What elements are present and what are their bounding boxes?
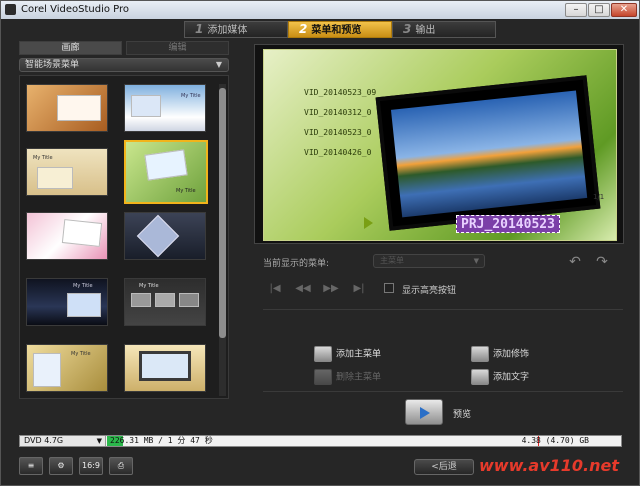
menu-item[interactable]: VID_20140523_09 <box>304 88 376 97</box>
play-arrow-icon[interactable] <box>364 217 373 229</box>
template-thumbnail-selected[interactable]: My Title <box>124 140 208 204</box>
add-decoration-label: 添加修饰 <box>493 349 530 360</box>
menu-background: VID_20140523_09 VID_20140312_0 VID_20140… <box>263 49 617 241</box>
template-thumbnail[interactable]: My Title <box>26 344 108 392</box>
menu-item[interactable]: VID_20140312_0 <box>304 108 371 117</box>
watermark-text: www.av110.net <box>479 456 619 475</box>
printer-icon[interactable]: ⎙ <box>109 457 133 475</box>
project-settings-icon[interactable]: ≡ <box>19 457 43 475</box>
preview-label: 预览 <box>453 410 472 420</box>
template-thumbnail[interactable]: My Title <box>124 84 206 132</box>
close-button[interactable]: ✕ <box>611 3 637 17</box>
add-text-label: 添加文字 <box>493 372 530 383</box>
step-label: 输出 <box>415 25 436 36</box>
app-window: Corel VideoStudio Pro – □ ✕ 1 添加媒体 2 菜单和预览… <box>0 0 640 486</box>
menu-title-text[interactable]: PRJ_20140523 <box>456 215 560 233</box>
text-icon <box>471 369 489 385</box>
scrollbar-thumb[interactable] <box>219 88 226 338</box>
delete-main-menu-button[interactable]: 删除主菜单 <box>314 369 381 386</box>
menu-item[interactable]: VID_20140523_0 <box>304 128 371 137</box>
gallery-scrollbar[interactable] <box>219 84 226 396</box>
disc-type-value: DVD 4.7G <box>24 436 64 445</box>
step-label: 菜单和预览 <box>311 25 362 36</box>
current-menu-label: 当前显示的菜单: <box>263 259 330 269</box>
add-main-menu-label: 添加主菜单 <box>336 349 382 360</box>
current-menu-select[interactable]: 主菜单 ▼ <box>373 254 485 268</box>
step-number: 3 <box>403 22 412 36</box>
next-page-icon[interactable]: ▶▶ <box>322 281 340 297</box>
app-icon <box>5 4 16 15</box>
add-decoration-button[interactable]: 添加修饰 <box>471 346 529 363</box>
used-space-text: 226.31 MB / 1 分 47 秒 <box>110 436 213 445</box>
disc-usage-bar: DVD 4.7G ▼ 226.31 MB / 1 分 47 秒 4.38 (4.… <box>19 435 622 447</box>
menu-category-dropdown[interactable]: 智能场景菜单 ▼ <box>19 58 229 72</box>
title-bar: Corel VideoStudio Pro – □ ✕ <box>1 1 639 19</box>
dropdown-value: 智能场景菜单 <box>25 60 80 70</box>
add-text-button[interactable]: 添加文字 <box>471 369 529 386</box>
first-page-icon[interactable]: |◀ <box>266 281 284 297</box>
step-add-media[interactable]: 1 添加媒体 <box>184 21 288 38</box>
add-main-menu-button[interactable]: 添加主菜单 <box>314 346 381 363</box>
aspect-ratio-button[interactable]: 16:9 <box>79 457 103 475</box>
thumbnail-title: My Title <box>139 283 159 289</box>
minimize-button[interactable]: – <box>565 3 587 17</box>
thumbnail-title: My Title <box>181 93 201 99</box>
menu-preview-window: VID_20140523_09 VID_20140312_0 VID_20140… <box>254 44 624 244</box>
undo-icon[interactable]: ↶ <box>566 253 584 271</box>
template-thumbnail[interactable] <box>26 212 108 260</box>
back-button[interactable]: <后退 <box>414 459 474 475</box>
capacity-text: 4.38 (4.70) GB <box>521 436 589 445</box>
menu-photo-frame <box>375 75 601 231</box>
step-number: 2 <box>299 22 308 36</box>
divider <box>263 309 623 310</box>
redo-icon[interactable]: ↷ <box>593 253 611 271</box>
divider <box>263 391 623 392</box>
left-panel-tabs: 画廊 编辑 <box>19 41 229 55</box>
template-thumbnail[interactable] <box>26 84 108 132</box>
menu-item[interactable]: VID_20140426_0 <box>304 148 371 157</box>
thumbnail-title: My Title <box>73 283 93 289</box>
gear-icon[interactable]: ⚙ <box>49 457 73 475</box>
template-thumbnail[interactable]: My Title <box>26 278 108 326</box>
chevron-down-icon: ▼ <box>473 257 479 265</box>
maximize-button[interactable]: □ <box>588 3 610 17</box>
disc-type-select[interactable]: DVD 4.7G ▼ <box>20 436 106 446</box>
template-thumbnail[interactable] <box>124 344 206 392</box>
step-label: 添加媒体 <box>207 25 248 36</box>
show-highlight-label: 显示高亮按钮 <box>402 286 457 296</box>
add-menu-icon <box>314 346 332 362</box>
show-highlight-checkbox[interactable] <box>384 283 394 293</box>
current-menu-value: 主菜单 <box>380 256 404 265</box>
chevron-down-icon: ▼ <box>215 60 222 69</box>
template-thumbnail[interactable]: My Title <box>26 148 108 196</box>
thumbnail-title: My Title <box>71 351 91 357</box>
step-menu-preview[interactable]: 2 菜单和预览 <box>288 21 392 38</box>
thumbnail-title: My Title <box>33 155 53 161</box>
step-output[interactable]: 3 输出 <box>392 21 496 38</box>
thumbnail-title: My Title <box>176 188 196 194</box>
template-gallery: My Title My Title My Title My Title My T… <box>19 75 229 399</box>
decoration-icon <box>471 346 489 362</box>
tab-gallery[interactable]: 画廊 <box>19 41 122 55</box>
tab-edit[interactable]: 编辑 <box>126 41 229 55</box>
workflow-steps: 1 添加媒体 2 菜单和预览 3 输出 <box>184 21 496 38</box>
template-thumbnail[interactable] <box>124 212 206 260</box>
template-thumbnail[interactable]: My Title <box>124 278 206 326</box>
window-title: Corel VideoStudio Pro <box>21 4 130 15</box>
remote-play-icon <box>405 399 443 425</box>
page-indicator: 1/1 <box>593 193 605 201</box>
step-number: 1 <box>195 22 204 36</box>
delete-menu-icon <box>314 369 332 385</box>
last-page-icon[interactable]: ▶| <box>350 281 368 297</box>
previous-page-icon[interactable]: ◀◀ <box>294 281 312 297</box>
chevron-down-icon: ▼ <box>96 437 102 445</box>
delete-main-menu-label: 删除主菜单 <box>336 372 382 383</box>
